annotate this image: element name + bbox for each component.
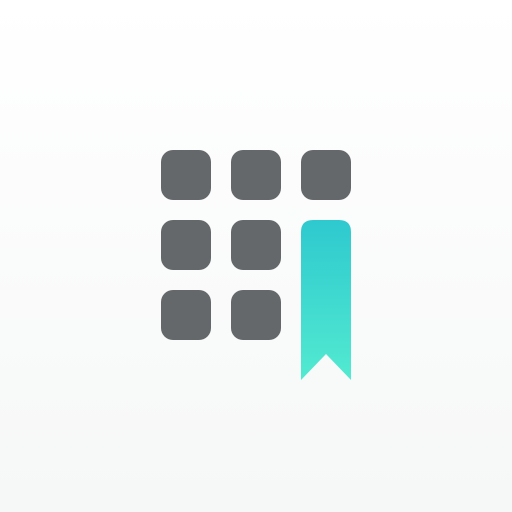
app-icon xyxy=(0,0,512,512)
bookmark-ribbon-icon xyxy=(301,220,351,380)
grid-tile xyxy=(161,150,211,200)
grid-tile xyxy=(231,220,281,270)
grid-tile xyxy=(231,150,281,200)
grid-tile xyxy=(301,150,351,200)
grid-tile xyxy=(231,290,281,340)
grid-tile xyxy=(161,220,211,270)
grid-tile xyxy=(161,290,211,340)
